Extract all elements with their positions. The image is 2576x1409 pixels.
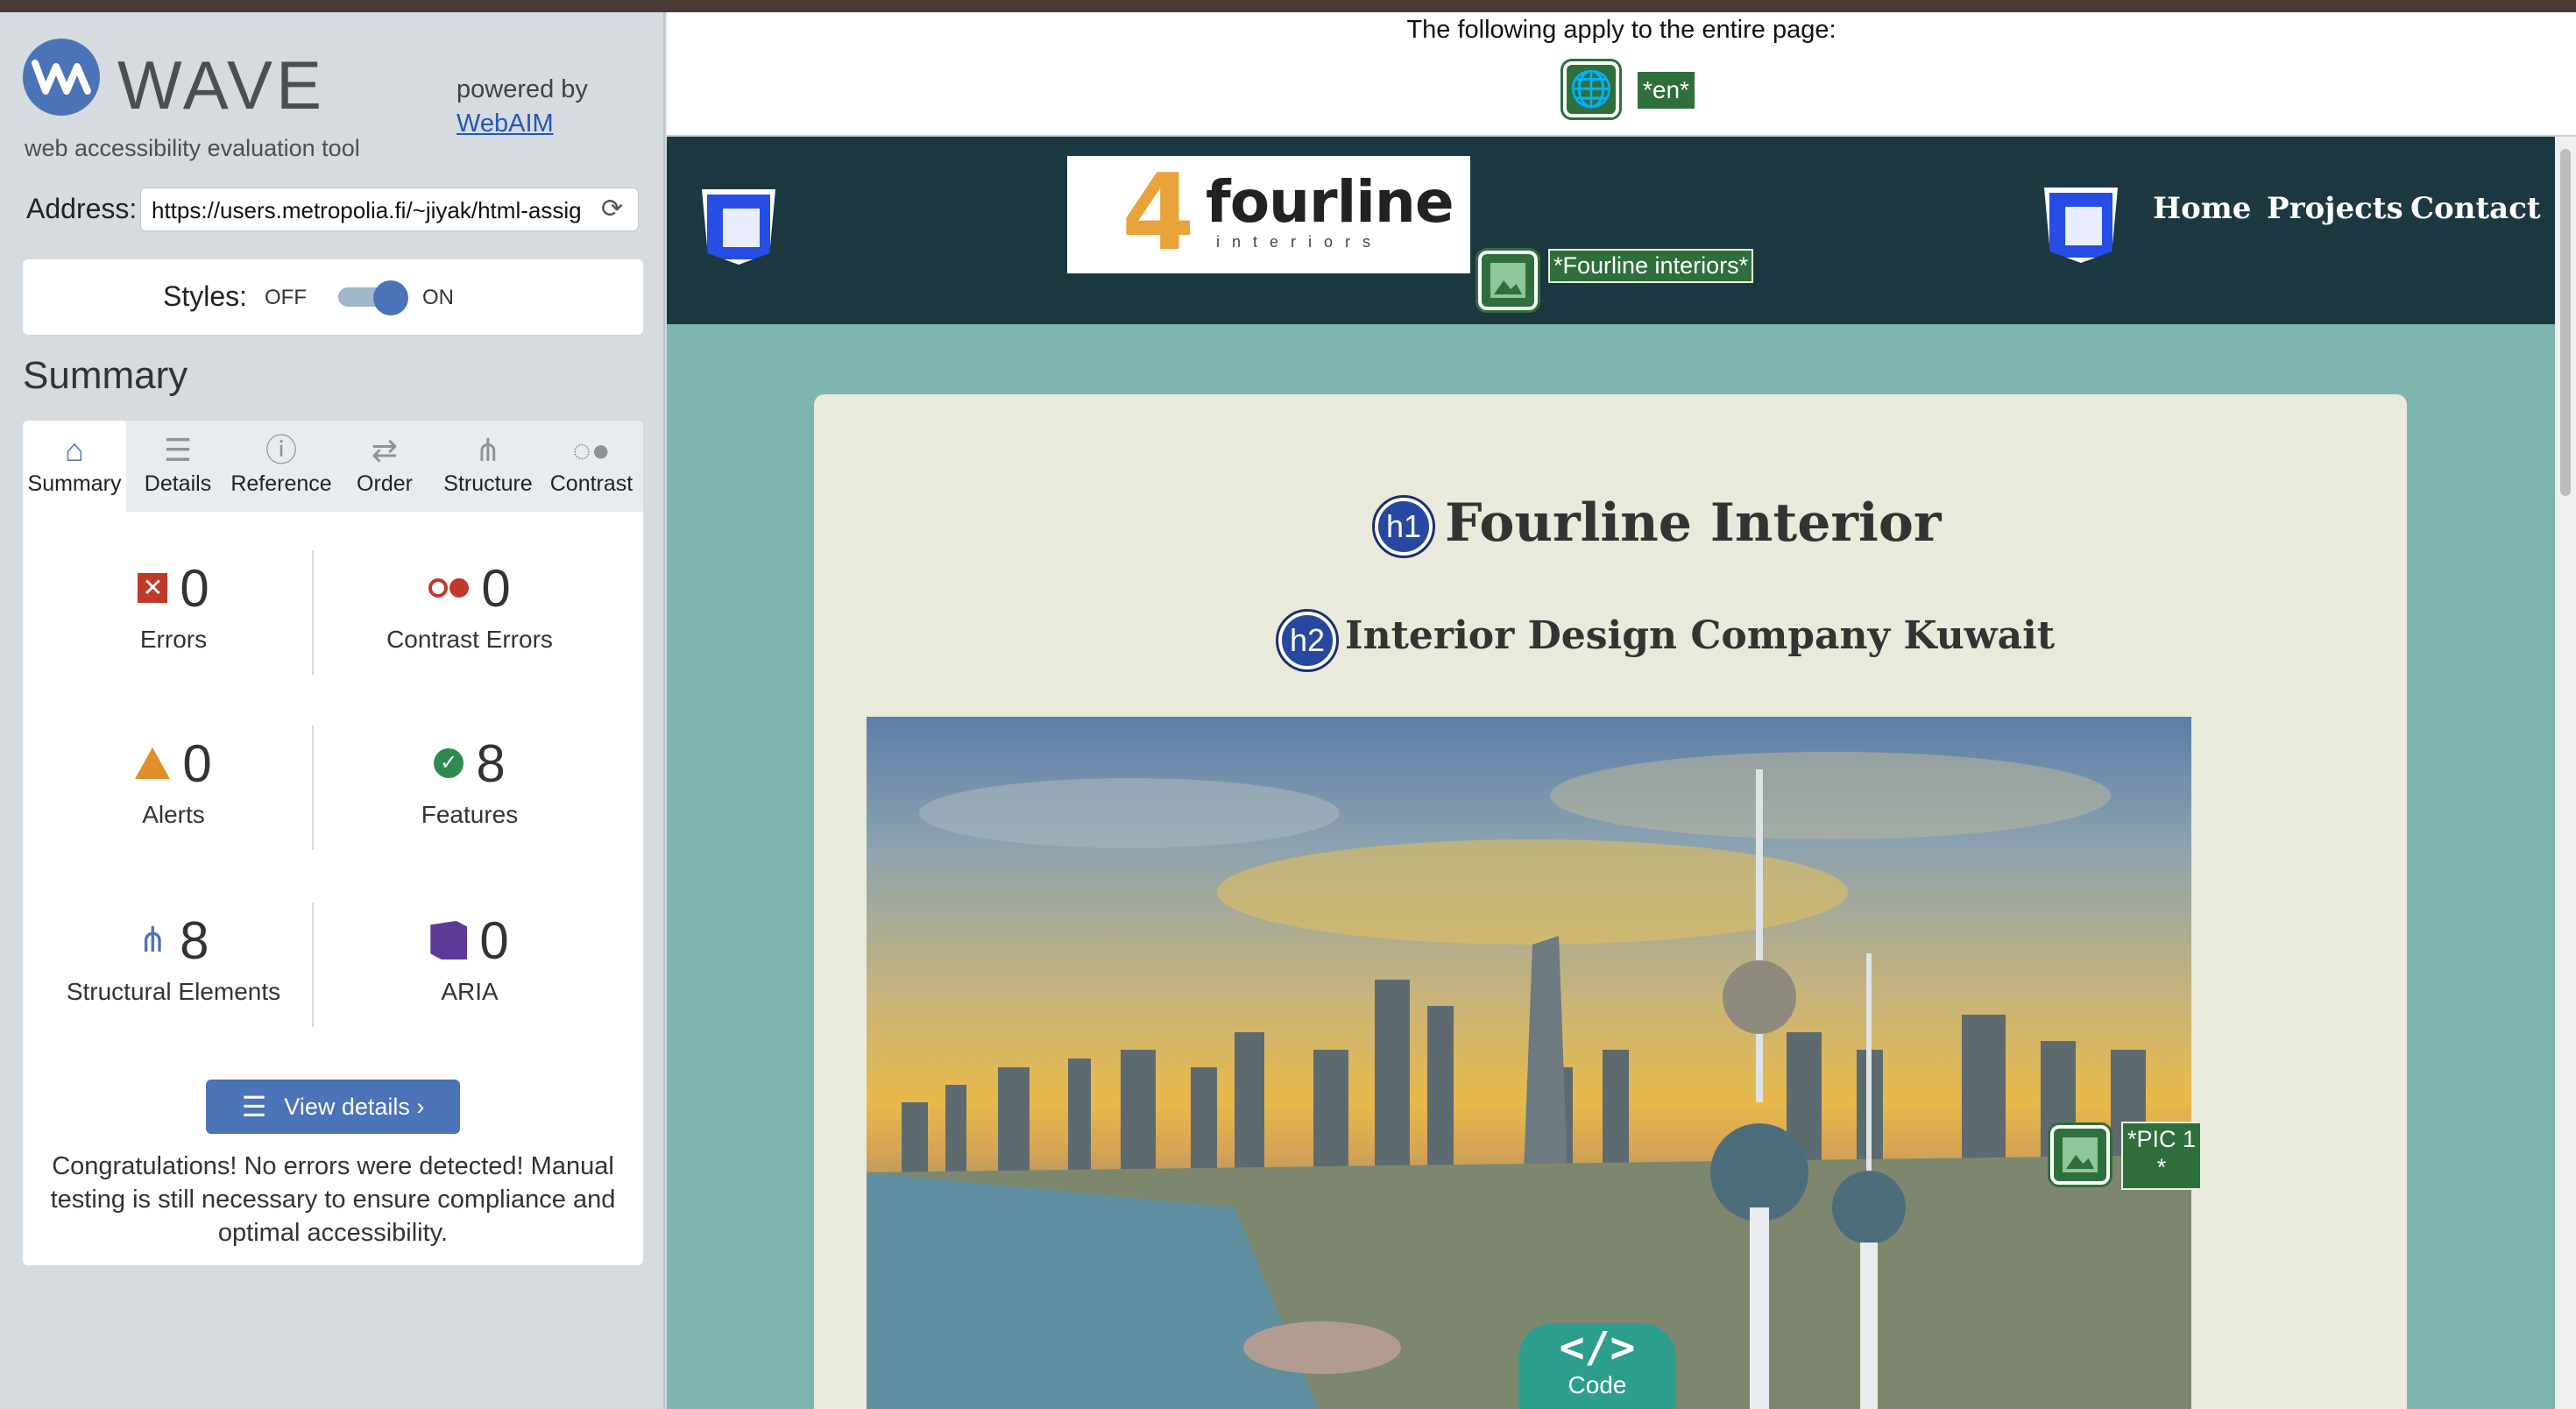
nav-contact[interactable]: Contact [2410,191,2541,226]
tab-label: Details [144,471,212,496]
code-icon: </> [1559,1323,1636,1372]
wave-logo-icon [23,39,100,116]
styles-on-label: ON [422,286,454,309]
h1-badge-icon[interactable]: h1 [1372,495,1435,558]
globe-language-icon[interactable]: 🌐 [1560,59,1622,120]
tab-label: Order [357,471,413,496]
address-input[interactable]: https://users.metropolia.fi/~jiyak/html-… [140,188,639,231]
stat-features[interactable]: ✓ 8 Features [329,733,610,829]
stat-aria[interactable]: 0 ARIA [329,910,610,1006]
banner-text: The following apply to the entire page: [1406,16,1836,44]
page-subtitle: Interior Design Company Kuwait [1345,613,2056,658]
kuwait-skyline-image [867,752,2191,1409]
styles-off-label: OFF [265,286,307,309]
wave-tabbar: ⌂ Summary ☰ Details ⓘ Reference ⇄ Order … [23,421,643,512]
congrats-message: Congratulations! No errors were detected… [50,1152,616,1247]
site-logo: 4 fourline interiors [1067,156,1470,273]
nav-home[interactable]: Home [2153,191,2251,226]
logo-four: 4 [1122,152,1195,274]
tab-details[interactable]: ☰ Details [126,421,230,512]
css-icon[interactable] [702,189,775,265]
h2-badge-icon[interactable]: h2 [1276,609,1339,672]
css-icon[interactable] [2044,188,2118,263]
toggle-knob [373,280,408,315]
window-top-bar [0,0,2576,12]
info-icon: ⓘ [265,432,297,468]
page-preview: The following apply to the entire page: … [667,12,2576,1409]
address-label: Address: [26,193,138,224]
code-toggle-button[interactable]: </> Code [1518,1323,1676,1409]
language-tag: *en* [1638,72,1695,109]
structure-icon: ⋔ [474,432,502,468]
image-alt-icon[interactable] [2048,1122,2112,1187]
code-label: Code [1568,1371,1627,1398]
order-icon: ⇄ [371,432,399,468]
alerts-label: Alerts [142,801,205,828]
webaim-link[interactable]: WebAIM [456,110,588,138]
home-icon: ⌂ [65,432,84,468]
styles-toggle[interactable] [338,280,408,315]
stat-structural[interactable]: ⋔ 8 Structural Elements [33,910,314,1006]
hero-image [867,717,2191,1409]
contrast-error-icon [428,578,470,598]
logo-subword: interiors [1216,233,1384,251]
tab-contrast[interactable]: ◌● Contrast [540,421,643,512]
aria-cube-icon [430,921,468,959]
aria-count: 0 [479,910,509,970]
image-alt-icon[interactable] [1476,248,1540,313]
styles-toggle-panel: Styles: OFF ON [23,259,643,335]
stat-contrast-errors[interactable]: 0 Contrast Errors [329,557,610,654]
wave-brand: WAVE [117,46,326,124]
structure-tree-icon: ⋔ [138,921,168,959]
features-label: Features [421,801,519,828]
summary-panel: ✕ 0 Errors 0 Contrast Errors 0 Alerts ✓ 8 … [23,512,643,1265]
structural-label: Structural Elements [66,978,281,1005]
tab-label: Summary [27,471,122,496]
list-icon: ☰ [163,432,193,468]
contrast-icon: ◌● [572,432,611,468]
errors-count: 0 [180,558,209,618]
site-header: 4 fourline interiors *Fourline interiors… [667,137,2556,324]
nav-projects[interactable]: Projects [2267,191,2403,226]
summary-heading: Summary [23,354,188,397]
tab-summary[interactable]: ⌂ Summary [23,421,126,512]
tab-label: Reference [230,471,332,496]
contrast-errors-count: 0 [481,558,511,618]
wave-tagline: web accessibility evaluation tool [25,135,360,161]
page-title: Fourline Interior [1445,492,1942,554]
logo-word: fourline [1206,168,1454,236]
tab-label: Structure [443,471,533,496]
address-value: https://users.metropolia.fi/~jiyak/html-… [152,197,582,223]
tab-order[interactable]: ⇄ Order [333,421,436,512]
errors-label: Errors [139,626,208,653]
stat-errors[interactable]: ✕ 0 Errors [33,557,314,654]
page-wide-banner: The following apply to the entire page: … [667,12,2576,137]
scrollbar-thumb[interactable] [2560,149,2571,496]
tab-reference[interactable]: ⓘ Reference [230,421,333,512]
stat-alerts[interactable]: 0 Alerts [33,733,314,829]
view-details-label: View details › [284,1093,425,1120]
pic-alt-text: *PIC 1 * [2121,1122,2202,1190]
site-content: 4 fourline interiors *Fourline interiors… [667,137,2556,1409]
powered-by: powered by WebAIM [456,75,588,138]
tab-structure[interactable]: ⋔ Structure [436,421,540,512]
feature-check-icon: ✓ [434,748,464,778]
aria-label: ARIA [441,978,499,1005]
reload-icon[interactable]: ⟳ [601,196,627,223]
wave-sidebar: WAVE web accessibility evaluation tool p… [0,12,665,1409]
powered-by-text: powered by [456,75,588,103]
logo-alt-text: *Fourline interiors* [1548,249,1754,283]
alert-icon [135,747,171,779]
contrast-errors-label: Contrast Errors [386,626,553,653]
main-card: h1 Fourline Interior h2 Interior Design … [814,394,2407,1409]
styles-label: Styles: [163,280,248,312]
structural-count: 8 [180,910,209,970]
alerts-count: 0 [182,733,212,793]
error-icon: ✕ [138,573,168,603]
page-scrollbar[interactable] [2555,137,2576,1409]
features-count: 8 [476,733,506,793]
view-details-button[interactable]: ☰ View details › [206,1080,460,1134]
tab-label: Contrast [549,471,633,496]
list-icon: ☰ [241,1091,267,1122]
